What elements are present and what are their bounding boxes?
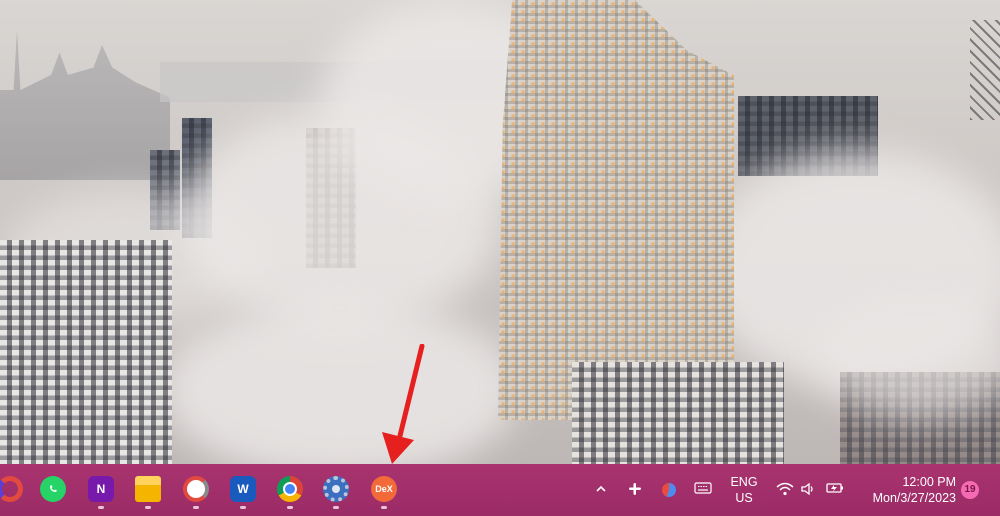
running-indicator: [240, 506, 246, 509]
crane: [970, 20, 1000, 120]
running-indicator: [145, 506, 151, 509]
battery-icon[interactable]: [826, 482, 844, 498]
taskbar-app-file-explorer[interactable]: [132, 470, 164, 510]
skyline-left: [0, 30, 170, 180]
taskbar: N W DeX ENG US 12:00 PM Mon/3/27/2023: [0, 464, 1000, 516]
taskbar-app-photo[interactable]: [180, 470, 212, 510]
notification-badge[interactable]: 19: [961, 481, 979, 499]
chevron-up-icon[interactable]: [592, 482, 610, 498]
wifi-icon[interactable]: [776, 482, 794, 498]
language-code: ENG: [730, 475, 758, 489]
photo-app-icon: [183, 476, 209, 502]
onenote-icon: N: [88, 476, 114, 502]
browser-tray-icon[interactable]: [660, 482, 678, 498]
low-building-front: [572, 362, 784, 464]
whatsapp-icon: [40, 476, 66, 502]
language-indicator[interactable]: ENG US: [724, 474, 764, 506]
running-indicator: [193, 506, 199, 509]
taskbar-app-whatsapp[interactable]: [37, 470, 69, 510]
running-indicator: [381, 506, 387, 509]
clock-time: 12:00 PM: [902, 475, 956, 489]
slack-icon[interactable]: [626, 482, 644, 498]
word-icon: W: [230, 476, 256, 502]
taskbar-app-samsung-dex[interactable]: DeX: [368, 470, 400, 510]
clock-date: Mon/3/27/2023: [872, 491, 956, 505]
keyboard-icon[interactable]: [694, 482, 712, 498]
annotation-arrow-icon: [382, 344, 425, 464]
folder-icon: [135, 476, 161, 502]
region-code: US: [735, 491, 753, 505]
taskbar-app-settings[interactable]: [320, 470, 352, 510]
left-foreground-building: [0, 240, 172, 464]
main-skyscraper: [498, 0, 734, 420]
running-indicator: [333, 506, 339, 509]
taskbar-app-onenote[interactable]: N: [85, 470, 117, 510]
running-indicator: [98, 506, 104, 509]
desktop-wallpaper: [0, 0, 1000, 464]
taskbar-app-edge[interactable]: [0, 470, 26, 510]
running-indicator: [287, 506, 293, 509]
taskbar-app-word[interactable]: W: [227, 470, 259, 510]
volume-icon[interactable]: [800, 482, 818, 498]
dex-icon: DeX: [371, 476, 397, 502]
gear-icon: [323, 476, 349, 502]
edge-icon: [0, 476, 23, 502]
chrome-icon: [277, 476, 303, 502]
clock[interactable]: 12:00 PM Mon/3/27/2023: [860, 474, 956, 506]
taskbar-app-chrome[interactable]: [274, 470, 306, 510]
